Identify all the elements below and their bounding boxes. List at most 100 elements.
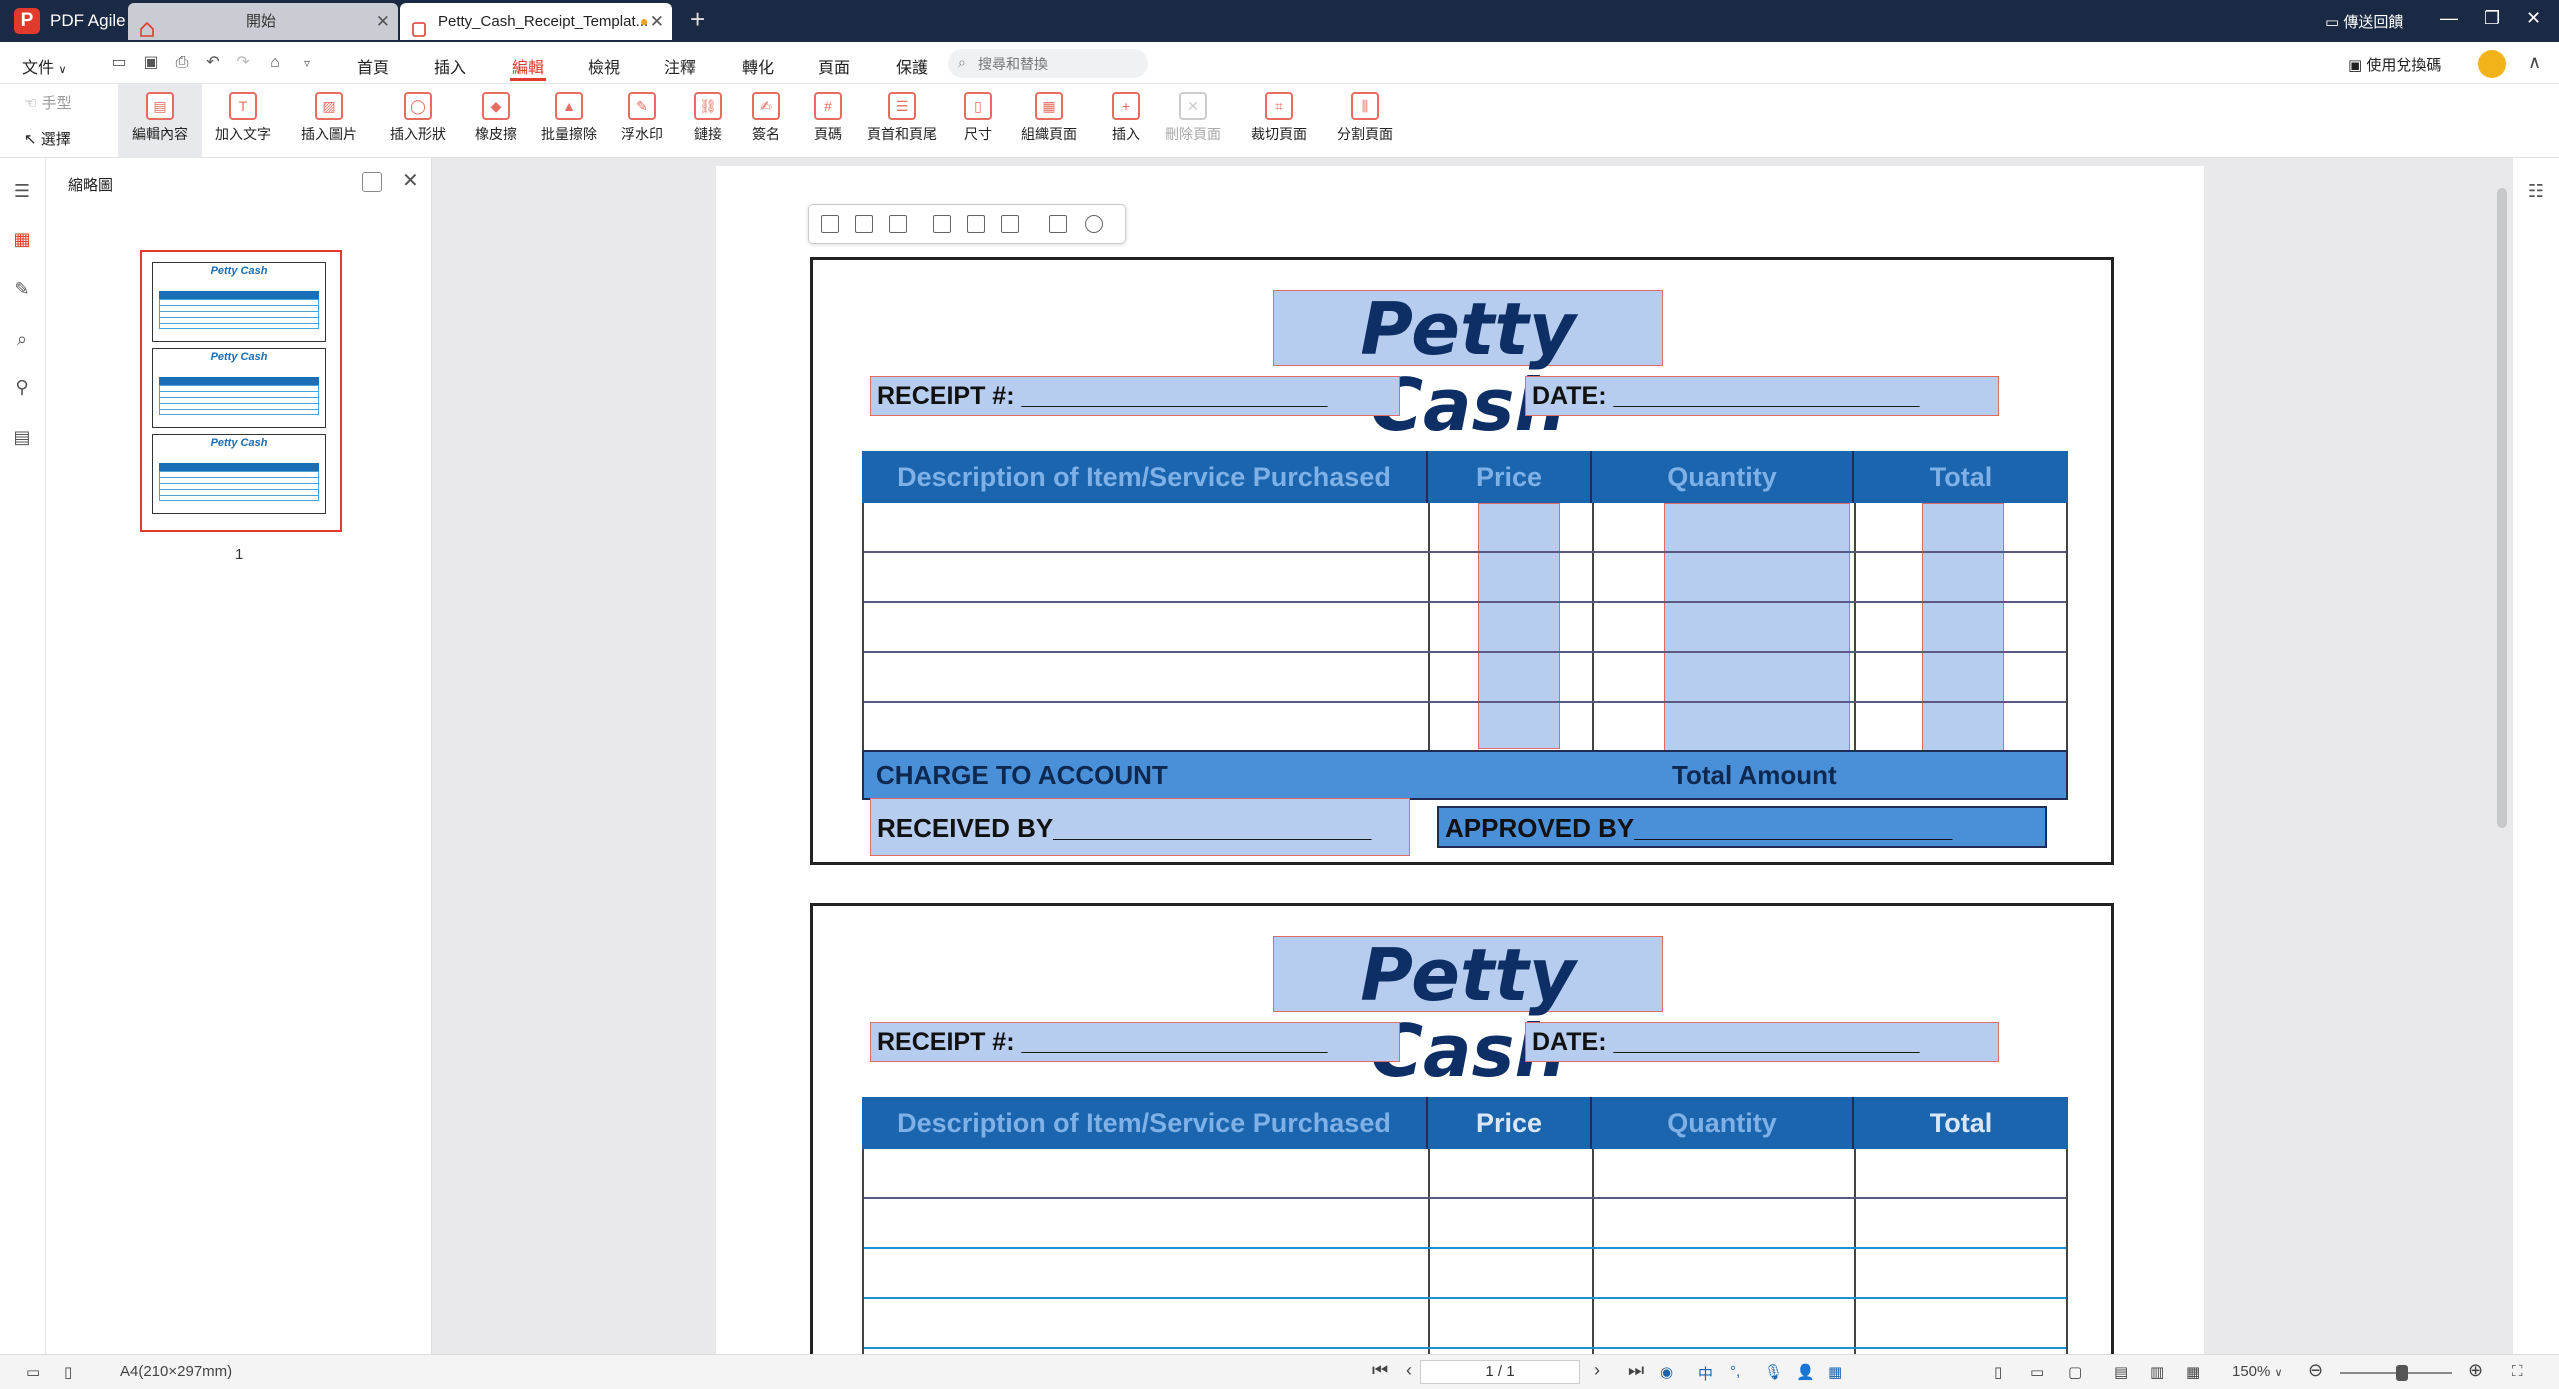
page-number-input[interactable]: 1 / 1 [1420, 1360, 1580, 1384]
search-icon[interactable]: ⌕ [11, 328, 33, 350]
page-thumbnail[interactable]: Petty Cash Petty Cash Petty Cash [140, 250, 342, 532]
table-row[interactable] [864, 1197, 2066, 1199]
menu-protect[interactable]: 保護 [896, 54, 928, 78]
column-price[interactable]: Price [1428, 1097, 1592, 1149]
print-icon[interactable]: ⎙ [173, 54, 191, 72]
close-icon[interactable]: ✕ [402, 168, 419, 193]
table-row[interactable] [864, 701, 2066, 703]
eraser-button[interactable]: ◆ 橡皮擦 [466, 84, 526, 158]
delete-page-button[interactable]: ✕ 刪除頁面 [1160, 84, 1226, 158]
save-icon[interactable]: ▣ [142, 54, 160, 72]
apps-grid-icon[interactable]: ▦ [1828, 1363, 1842, 1381]
table-row[interactable] [864, 1297, 2066, 1299]
undo-icon[interactable]: ↶ [204, 54, 222, 72]
align-middle-icon[interactable] [967, 215, 985, 233]
link-button[interactable]: ⛓ 鏈接 [686, 84, 730, 158]
redeem-code-button[interactable]: ▣ 使用兌換碼 [2348, 54, 2441, 75]
home-icon[interactable]: ⌂ [266, 54, 284, 72]
fit-width-icon[interactable]: ▭ [2030, 1363, 2044, 1381]
search-box[interactable]: ⌕ [948, 49, 1148, 78]
properties-icon[interactable]: ☷ [2525, 180, 2547, 202]
hand-tool[interactable]: ☜ 手型 [24, 92, 72, 113]
column-total[interactable]: Total [1854, 451, 2068, 503]
menu-annotate[interactable]: 注釋 [664, 54, 696, 78]
table-row[interactable] [864, 651, 2066, 653]
distribute-horizontal-icon[interactable] [1049, 215, 1067, 233]
charge-row[interactable]: CHARGE TO ACCOUNT Total Amount [862, 750, 2068, 800]
receipt-block[interactable]: Petty Cash RECEIPT #: __________________… [810, 257, 2114, 865]
tab-home[interactable]: 開始 ✕ [128, 3, 398, 40]
menu-view[interactable]: 檢視 [588, 54, 620, 78]
header-footer-button[interactable]: ☰ 頁首和頁尾 [862, 84, 942, 158]
receipt-block[interactable]: Petty Cash RECEIPT #: __________________… [810, 903, 2114, 1369]
pen-icon[interactable]: ✎ [11, 278, 33, 300]
menu-home[interactable]: 首頁 [357, 54, 389, 78]
thumbnails-icon[interactable]: ▦ [11, 228, 33, 250]
attachment-icon[interactable]: ⚲ [11, 376, 33, 398]
menu-page[interactable]: 頁面 [818, 54, 850, 78]
table-row[interactable] [864, 601, 2066, 603]
insert-page-button[interactable]: + 插入 [1104, 84, 1148, 158]
receipt-title[interactable]: Petty Cash [1273, 936, 1663, 1089]
microphone-icon[interactable]: 🎙 [1764, 1363, 1783, 1381]
menu-edit[interactable]: 編輯 [512, 54, 544, 78]
add-text-button[interactable]: T 加入文字 [208, 84, 278, 158]
close-window-button[interactable]: ✕ [2526, 8, 2541, 29]
menu-insert[interactable]: 插入 [434, 54, 466, 78]
single-page-view-icon[interactable]: ▤ [2114, 1363, 2128, 1381]
organize-pages-button[interactable]: ▦ 組織頁面 [1014, 84, 1084, 158]
user-icon[interactable]: 👤 [1796, 1363, 1815, 1381]
column-quantity[interactable]: Quantity [1592, 451, 1854, 503]
page-size-button[interactable]: ▯ 尺寸 [958, 84, 998, 158]
first-page-icon[interactable]: ⏮ [1372, 1360, 1388, 1381]
send-feedback-button[interactable]: ▭ 傳送回饋 [2325, 11, 2403, 32]
ime-punctuation-icon[interactable]: °, [1730, 1363, 1740, 1380]
sidebar-toggle-icon[interactable]: ▭ [26, 1363, 40, 1381]
fit-page-icon[interactable]: ▯ [1994, 1363, 2002, 1381]
split-page-button[interactable]: ⫼ 分割頁面 [1330, 84, 1400, 158]
tab-document[interactable]: Petty_Cash_Receipt_Templat... ● ✕ [400, 3, 672, 40]
two-page-view-icon[interactable]: ▦ [2186, 1363, 2200, 1381]
customize-icon[interactable]: ▿ [298, 54, 316, 72]
received-by-field[interactable]: RECEIVED BY______________________ [870, 798, 1410, 856]
previous-page-icon[interactable]: ‹ [1406, 1360, 1412, 1381]
distribute-vertical-icon[interactable] [1085, 215, 1103, 233]
page-icon[interactable]: ▯ [64, 1363, 72, 1381]
approved-by-field[interactable]: APPROVED BY______________________ [1437, 806, 2047, 848]
insert-shape-button[interactable]: ◯ 插入形狀 [378, 84, 458, 158]
avatar[interactable] [2478, 50, 2506, 78]
align-bottom-icon[interactable] [1001, 215, 1019, 233]
vertical-scrollbar[interactable] [2497, 188, 2507, 828]
actual-size-icon[interactable]: ▢ [2068, 1363, 2082, 1381]
new-tab-button[interactable]: + [690, 4, 705, 35]
redo-icon[interactable]: ↷ [234, 54, 252, 72]
menu-file[interactable]: 文件 ∨ [22, 54, 67, 78]
watermark-button[interactable]: ✎ 浮水印 [614, 84, 670, 158]
document-info-icon[interactable]: ▤ [11, 426, 33, 448]
open-folder-icon[interactable]: ▭ [110, 54, 128, 72]
fullscreen-icon[interactable]: ⛶ [2512, 1363, 2523, 1380]
align-center-icon[interactable] [855, 215, 873, 233]
ime-language-indicator[interactable]: 中 [1698, 1363, 1713, 1384]
date-field[interactable]: DATE: ______________________ [1525, 1022, 1999, 1062]
restore-button[interactable]: ❐ [2484, 8, 2500, 29]
charge-to-account-label[interactable]: CHARGE TO ACCOUNT [876, 752, 1168, 798]
align-top-icon[interactable] [933, 215, 951, 233]
insert-image-button[interactable]: ▨ 插入圖片 [292, 84, 366, 158]
table-row[interactable] [864, 551, 2066, 553]
receipt-number-field[interactable]: RECEIPT #: ______________________ [870, 376, 1400, 416]
date-field[interactable]: DATE: ______________________ [1525, 376, 1999, 416]
select-tool[interactable]: ↖ 選擇 [24, 128, 71, 149]
close-icon[interactable]: ✕ [376, 3, 390, 40]
zoom-in-icon[interactable]: ⊕ [2468, 1360, 2483, 1381]
minimize-button[interactable]: — [2440, 8, 2458, 29]
chevron-up-icon[interactable]: ∧ [2528, 52, 2541, 73]
column-quantity[interactable]: Quantity [1592, 1097, 1854, 1149]
close-icon[interactable]: ✕ [650, 3, 664, 40]
zoom-slider-handle[interactable] [2396, 1365, 2408, 1381]
table-row[interactable] [864, 1247, 2066, 1249]
edit-content-button[interactable]: ▤ 編輯內容 [118, 84, 202, 158]
ime-mode-icon[interactable]: ◉ [1660, 1363, 1673, 1381]
menu-convert[interactable]: 轉化 [742, 54, 774, 78]
receipt-number-field[interactable]: RECEIPT #: ______________________ [870, 1022, 1400, 1062]
